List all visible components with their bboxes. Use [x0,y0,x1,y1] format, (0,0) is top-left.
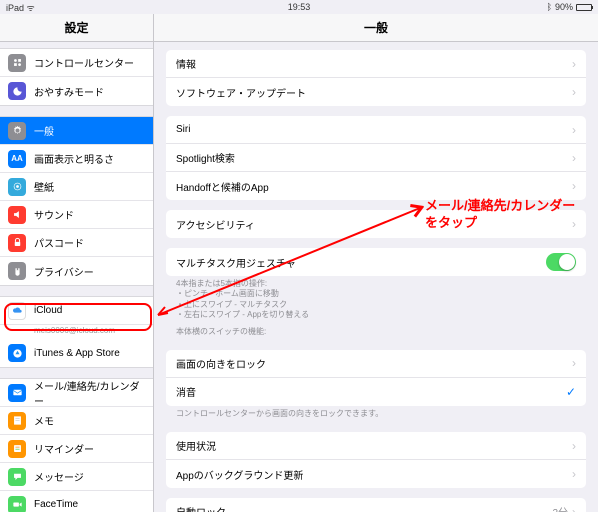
sidebar-item-control[interactable]: コントロールセンター [0,49,153,77]
hand-icon [8,262,26,280]
sidebar-label: プライバシー [34,264,94,279]
sidebar-label: おやすみモード [34,84,104,99]
cloud-icon [8,302,26,320]
msg-icon [8,468,26,486]
setting-row[interactable]: 情報› [166,50,586,78]
sidebar-label: 画面表示と明るさ [34,151,114,166]
setting-row[interactable]: マルチタスク用ジェスチャ [166,248,586,276]
chevron-icon: › [572,57,576,71]
check-icon: ✓ [566,385,576,399]
detail-title: 一般 [154,14,598,42]
control-icon [8,54,26,72]
sidebar-item-ft[interactable]: FaceTime [0,491,153,512]
sidebar-item-store[interactable]: iTunes & App Store [0,339,153,367]
sidebar-label: FaceTime [34,499,78,510]
mail-icon [8,384,26,402]
status-bar: iPad ᯤ 19:53 ᛒ90% [0,0,598,14]
setting-row[interactable]: Siri› [166,116,586,144]
sidebar-label: メッセージ [34,469,84,484]
sidebar-item-AA[interactable]: AA 画面表示と明るさ [0,145,153,173]
sidebar-item-hand[interactable]: プライバシー [0,257,153,285]
setting-row[interactable]: 使用状況› [166,432,586,460]
chevron-icon: › [572,85,576,99]
sidebar-item-cloud[interactable]: iCloud [0,297,153,325]
sidebar-item-gear[interactable]: 一般 [0,117,153,145]
AA-icon: AA [8,150,26,168]
sidebar-item-sound[interactable]: サウンド [0,201,153,229]
setting-row[interactable]: 消音✓ [166,378,586,406]
setting-row[interactable]: Spotlight検索› [166,144,586,172]
lock-icon [8,234,26,252]
chevron-icon: › [572,467,576,481]
gear-icon [8,122,26,140]
sidebar-label: iTunes & App Store [34,348,120,359]
setting-row[interactable]: ソフトウェア・アップデート› [166,78,586,106]
chevron-icon: › [572,505,576,512]
setting-row[interactable]: 画面の向きをロック› [166,350,586,378]
chevron-icon: › [572,151,576,165]
sidebar-label: メール/連絡先/カレンダー [34,378,145,408]
sidebar-item-memo[interactable]: メモ [0,407,153,435]
sidebar-label: メモ [34,413,54,428]
chevron-icon: › [572,123,576,137]
sound-icon [8,206,26,224]
settings-sidebar: 設定 コントロールセンターおやすみモード一般 AA 画面表示と明るさ壁紙サウンドパス… [0,14,154,512]
annotation-text: メール/連絡先/カレンダー をタップ [425,198,575,232]
sidebar-label: 壁紙 [34,179,54,194]
sidebar-label: 一般 [34,123,54,138]
sidebar-label: リマインダー [34,441,94,456]
sidebar-item-mail[interactable]: メール/連絡先/カレンダー [0,379,153,407]
sidebar-item-moon[interactable]: おやすみモード [0,77,153,105]
ft-icon [8,496,26,512]
sidebar-title: 設定 [0,14,153,42]
memo-icon [8,412,26,430]
sidebar-label: iCloud [34,305,62,316]
wall-icon [8,178,26,196]
setting-row[interactable]: 自動ロック2分› [166,498,586,512]
moon-icon [8,82,26,100]
chevron-icon: › [572,439,576,453]
sidebar-label: コントロールセンター [34,55,134,70]
sidebar-item-msg[interactable]: メッセージ [0,463,153,491]
sidebar-item-lock[interactable]: パスコード [0,229,153,257]
setting-row[interactable]: Handoffと候補のApp› [166,172,586,200]
sidebar-label: パスコード [34,235,84,250]
sidebar-item-rem[interactable]: リマインダー [0,435,153,463]
chevron-icon: › [572,179,576,193]
sidebar-label: サウンド [34,207,74,222]
toggle[interactable] [546,253,576,271]
setting-row[interactable]: Appのバックグラウンド更新› [166,460,586,488]
rem-icon [8,440,26,458]
sidebar-item-wall[interactable]: 壁紙 [0,173,153,201]
store-icon [8,344,26,362]
chevron-icon: › [572,356,576,370]
general-pane: 一般 情報›ソフトウェア・アップデート› Siri›Spotlight検索›Han… [154,14,598,512]
